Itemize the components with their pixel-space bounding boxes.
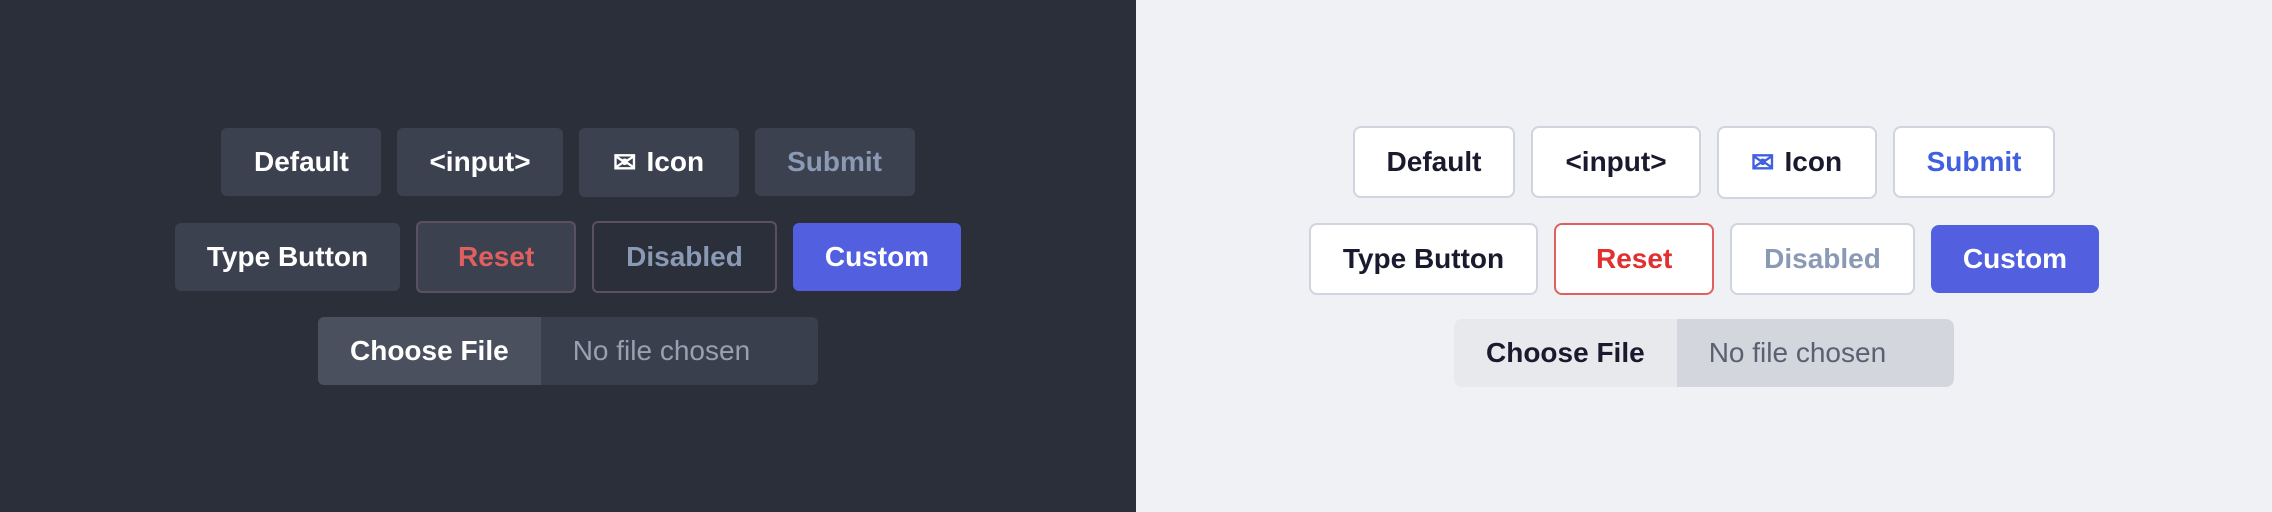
light-submit-label: Submit	[1927, 146, 2022, 178]
dark-row-1: Default <input> ✉ Icon Submit	[221, 128, 914, 197]
dark-reset-button[interactable]: Reset	[416, 221, 576, 293]
dark-custom-label: Custom	[825, 241, 929, 273]
light-type-button[interactable]: Type Button	[1309, 223, 1538, 295]
dark-reset-label: Reset	[458, 241, 534, 273]
light-icon-button[interactable]: ✉ Icon	[1717, 126, 1877, 199]
dark-row-2: Type Button Reset Disabled Custom	[175, 221, 961, 293]
light-submit-button[interactable]: Submit	[1893, 126, 2056, 198]
light-no-file-label: No file chosen	[1677, 319, 1954, 387]
dark-no-file-label: No file chosen	[541, 317, 818, 385]
dark-icon-button[interactable]: ✉ Icon	[579, 128, 739, 197]
light-default-label: Default	[1387, 146, 1482, 178]
light-choose-file-button[interactable]: Choose File	[1454, 319, 1677, 387]
light-custom-label: Custom	[1963, 243, 2067, 275]
dark-default-label: Default	[254, 146, 349, 178]
dark-input-button[interactable]: <input>	[397, 128, 562, 196]
dark-default-button[interactable]: Default	[221, 128, 381, 196]
dark-icon-label: Icon	[647, 146, 705, 178]
light-input-button[interactable]: <input>	[1531, 126, 1700, 198]
dark-panel: Default <input> ✉ Icon Submit Type Butto…	[0, 0, 1136, 512]
light-file-input[interactable]: Choose File No file chosen	[1454, 319, 1954, 387]
dark-file-input[interactable]: Choose File No file chosen	[318, 317, 818, 385]
dark-submit-button[interactable]: Submit	[755, 128, 915, 196]
light-type-label: Type Button	[1343, 243, 1504, 275]
dark-type-button[interactable]: Type Button	[175, 223, 400, 291]
dark-submit-label: Submit	[787, 146, 882, 178]
dark-disabled-label: Disabled	[626, 241, 743, 273]
light-choose-file-label: Choose File	[1486, 337, 1645, 368]
light-reset-button[interactable]: Reset	[1554, 223, 1714, 295]
dark-disabled-button[interactable]: Disabled	[592, 221, 777, 293]
dark-input-label: <input>	[429, 146, 530, 178]
mail-icon-light: ✉	[1751, 146, 1774, 179]
dark-type-label: Type Button	[207, 241, 368, 273]
light-custom-button[interactable]: Custom	[1931, 225, 2099, 293]
dark-choose-file-label: Choose File	[350, 335, 509, 366]
light-disabled-button[interactable]: Disabled	[1730, 223, 1915, 295]
light-icon-label: Icon	[1785, 146, 1843, 178]
light-reset-label: Reset	[1596, 243, 1672, 275]
dark-custom-button[interactable]: Custom	[793, 223, 961, 291]
light-row-2: Type Button Reset Disabled Custom	[1309, 223, 2099, 295]
light-panel: Default <input> ✉ Icon Submit Type Butto…	[1136, 0, 2272, 512]
mail-icon: ✉	[613, 146, 636, 179]
light-row-1: Default <input> ✉ Icon Submit	[1353, 126, 2056, 199]
dark-choose-file-button[interactable]: Choose File	[318, 317, 541, 385]
light-disabled-label: Disabled	[1764, 243, 1881, 275]
light-input-label: <input>	[1565, 146, 1666, 178]
light-default-button[interactable]: Default	[1353, 126, 1516, 198]
